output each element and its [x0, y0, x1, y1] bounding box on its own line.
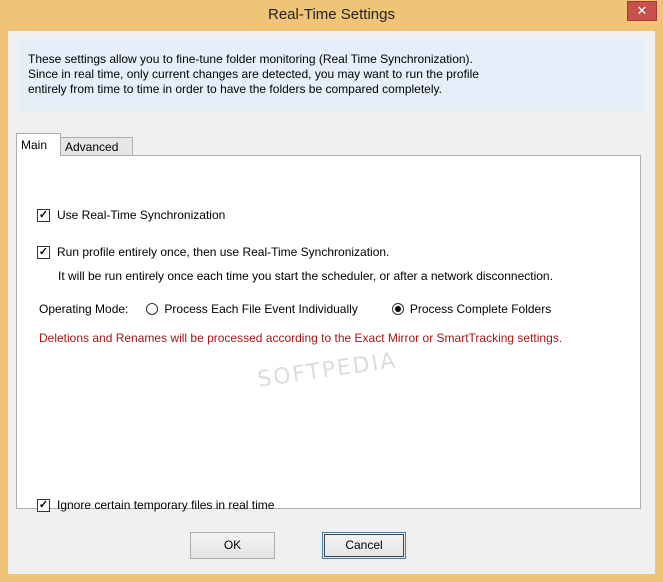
radio-selected-dot [394, 306, 401, 312]
dialog-client-area: These settings allow you to fine-tune fo… [8, 31, 655, 574]
ignore-temp-label: Ignore certain temporary files in real t… [57, 498, 275, 512]
use-realtime-label: Use Real-Time Synchronization [57, 208, 226, 222]
run-once-checkbox[interactable]: ✓ [37, 245, 50, 259]
info-line-1: These settings allow you to fine-tune fo… [28, 52, 473, 66]
ok-button[interactable]: OK [190, 532, 275, 559]
use-realtime-option[interactable]: ✓ Use Real-Time Synchronization [37, 208, 225, 222]
complete-folders-label[interactable]: Process Complete Folders [410, 302, 551, 316]
checkmark-icon: ✓ [38, 245, 49, 258]
radio-complete-folders[interactable] [391, 303, 404, 315]
checkmark-icon: ✓ [38, 208, 49, 221]
close-button[interactable]: ✕ [627, 1, 657, 21]
checkmark-icon: ✓ [38, 498, 49, 511]
title-bar[interactable]: Real-Time Settings ✕ [0, 0, 663, 32]
run-once-note: It will be run entirely once each time y… [58, 269, 553, 283]
ignore-temp-option[interactable]: ✓ Ignore certain temporary files in real… [37, 498, 274, 512]
window-title: Real-Time Settings [268, 6, 395, 23]
dialog-window: Real-Time Settings ✕ These settings allo… [0, 0, 663, 582]
info-box: These settings allow you to fine-tune fo… [18, 40, 644, 111]
run-once-label: Run profile entirely once, then use Real… [57, 245, 390, 259]
cancel-button[interactable]: Cancel [322, 532, 406, 559]
each-file-event-label[interactable]: Process Each File Event Individually [164, 302, 357, 316]
close-icon: ✕ [636, 3, 648, 18]
tab-main[interactable]: Main [16, 133, 61, 156]
radio-each-file-event[interactable] [146, 303, 159, 315]
main-tab-panel: ✓ Use Real-Time Synchronization ✓ Run pr… [16, 155, 641, 512]
info-line-3: entirely from time to time in order to h… [28, 82, 442, 96]
deletions-warning: Deletions and Renames will be processed … [39, 331, 563, 345]
use-realtime-checkbox[interactable]: ✓ [37, 208, 50, 222]
watermark: SOFTPEDIA [255, 348, 399, 393]
run-once-option[interactable]: ✓ Run profile entirely once, then use Re… [37, 245, 389, 259]
ignore-temp-checkbox[interactable]: ✓ [37, 498, 50, 512]
tab-advanced[interactable]: Advanced [60, 137, 133, 156]
operating-mode-row: Operating Mode: Process Each File Event … [39, 302, 551, 316]
operating-mode-label: Operating Mode: [39, 302, 129, 316]
info-line-2: Since in real time, only current changes… [28, 67, 479, 81]
